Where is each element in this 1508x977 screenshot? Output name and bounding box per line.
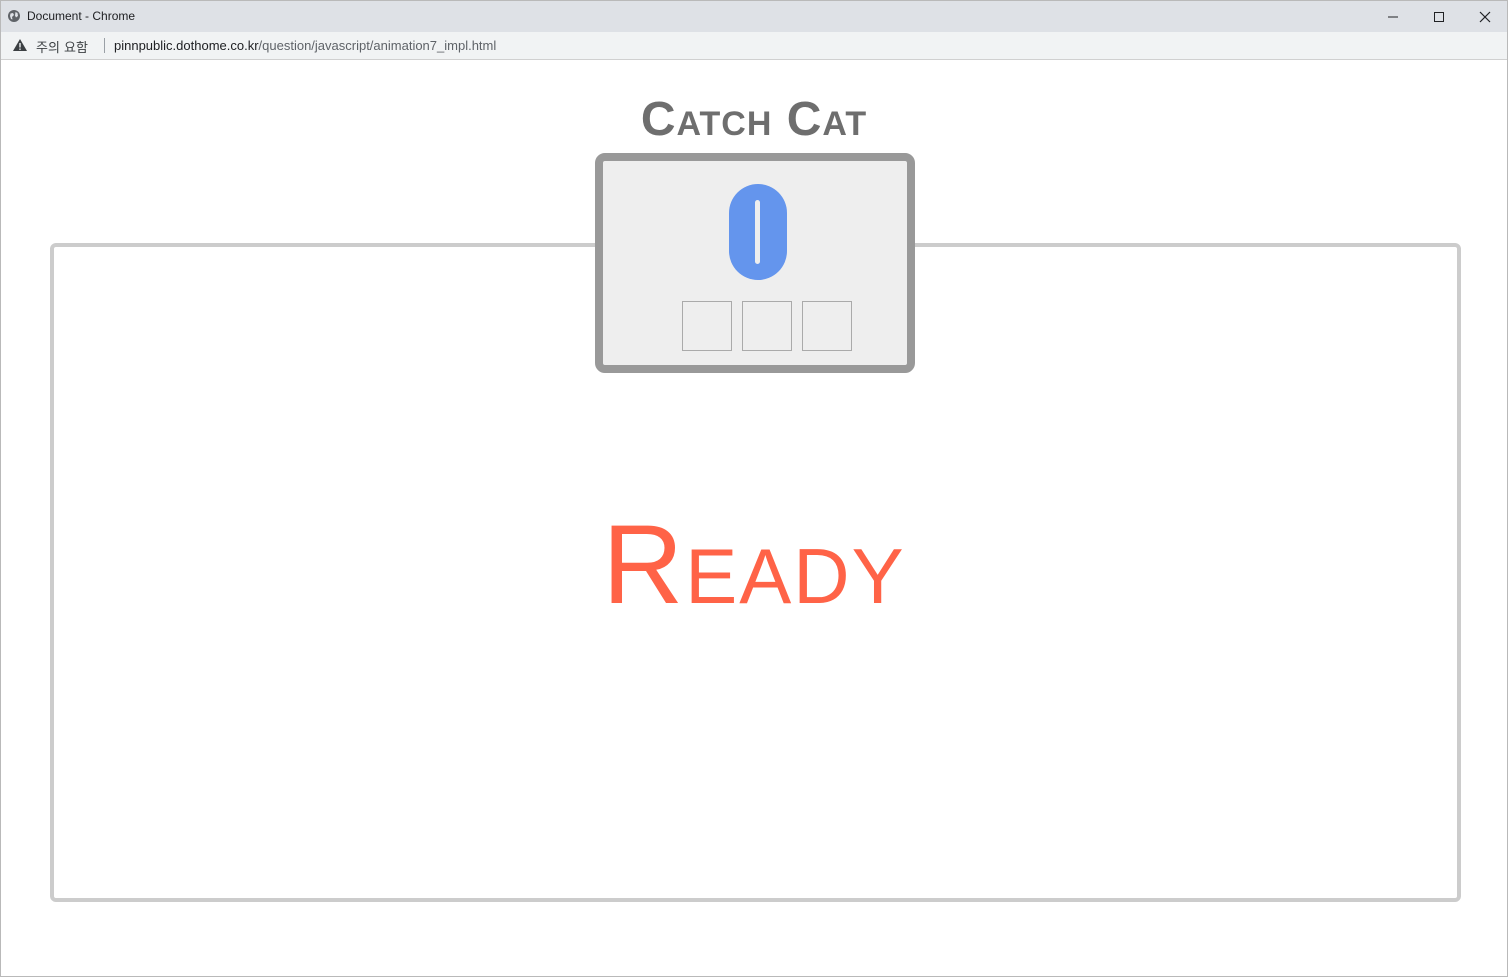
game-title: Catch Cat bbox=[640, 93, 868, 146]
maximize-button[interactable] bbox=[1416, 1, 1462, 32]
url-host: pinnpublic.dothome.co.kr bbox=[114, 38, 259, 53]
life-slot bbox=[742, 301, 792, 351]
address-divider bbox=[104, 38, 105, 53]
scoreboard: 0 bbox=[595, 153, 915, 373]
maximize-icon bbox=[1434, 12, 1444, 22]
url-field[interactable]: pinnpublic.dothome.co.kr/question/javasc… bbox=[114, 38, 496, 53]
life-slot bbox=[682, 301, 732, 351]
security-status-label[interactable]: 주의 요함 bbox=[36, 37, 88, 56]
lives-container bbox=[674, 301, 852, 353]
url-path: /question/javascript/animation7_impl.htm… bbox=[258, 38, 497, 53]
globe-icon bbox=[7, 9, 21, 23]
life-slot bbox=[802, 301, 852, 351]
browser-window: Document - Chrome 주의 요함 pinnpublic.dotho… bbox=[0, 0, 1508, 977]
minimize-button[interactable] bbox=[1370, 1, 1416, 32]
game-status-text: Ready bbox=[602, 502, 906, 627]
score-digit bbox=[729, 184, 787, 280]
title-bar[interactable]: Document - Chrome bbox=[1, 1, 1507, 32]
score-value: 0 bbox=[603, 161, 604, 162]
score-digit-inner bbox=[755, 200, 760, 264]
page-content: Catch Cat 0 Ready bbox=[1, 60, 1507, 976]
close-icon bbox=[1479, 11, 1491, 23]
warning-icon[interactable] bbox=[12, 38, 28, 52]
window-title: Document - Chrome bbox=[27, 9, 136, 23]
address-bar[interactable]: 주의 요함 pinnpublic.dothome.co.kr/question/… bbox=[1, 32, 1507, 60]
close-button[interactable] bbox=[1462, 1, 1508, 32]
minimize-icon bbox=[1388, 16, 1398, 18]
